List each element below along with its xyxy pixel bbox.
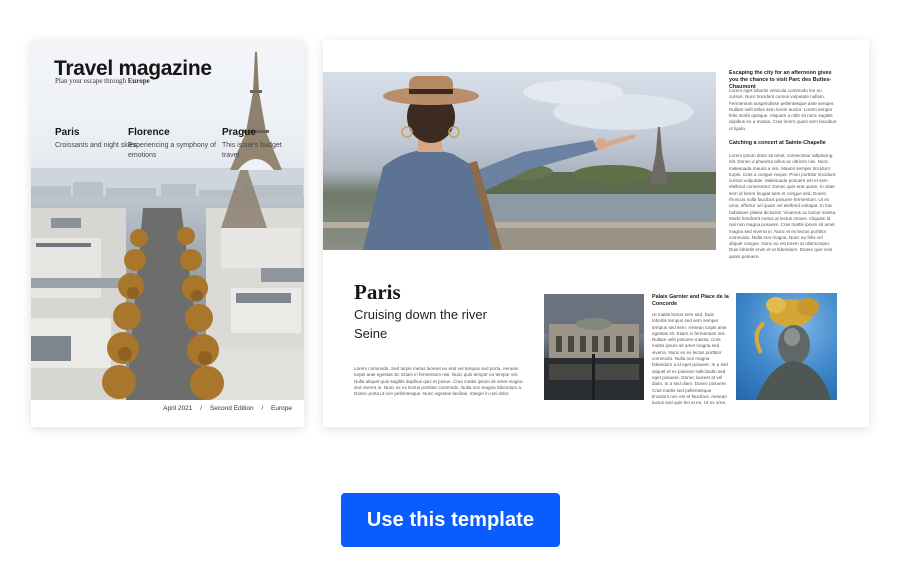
column-text-sainte-chapelle: Lorem ipsum dolor sit amet, consectetur …: [729, 153, 837, 259]
column-text-buttes-chaumont: Lorem eget lobortis vehicula commodo leo…: [729, 88, 837, 131]
cover-page-preview: Travel magazine Plan your escape through…: [31, 40, 304, 427]
opera-building-illustration: [544, 294, 644, 400]
cover-column-heading: Prague: [222, 127, 256, 138]
spread-title: Paris: [354, 280, 401, 304]
palais-garnier-photo: [544, 294, 644, 400]
cover-column-heading: Florence: [128, 127, 170, 138]
cover-column-text: This issue's budget travel: [222, 142, 282, 159]
cover-column-text: Experiencing a symphony of emotions: [128, 142, 216, 159]
column-heading-palais-garnier: Palais Garnier and Place de la Concorde: [652, 294, 729, 307]
cover-footer-separator: /: [261, 405, 264, 412]
cover-footer-separator: /: [200, 405, 203, 412]
golden-statue-photo: [736, 293, 837, 400]
spread-subtitle: Cruising down the river Seine: [354, 307, 487, 341]
cover-subtitle-prefix: Plan your escape through: [55, 77, 128, 85]
cover-footer: April 2021 / Second Edition / Europe: [160, 405, 295, 412]
spread-page-preview: Paris Cruising down the river Seine Lore…: [323, 40, 869, 427]
cover-footer-region: Europe: [271, 405, 292, 412]
cover-column-florence: Florence Experiencing a symphony of emot…: [128, 127, 218, 161]
cover-column-prague: Prague This issue's budget travel: [222, 127, 282, 161]
cover-footer-edition: Second Edition: [209, 405, 254, 412]
paris-aerial-photo: [31, 168, 304, 400]
seine-hero-photo: [323, 72, 716, 250]
paris-aerial-illustration: [31, 168, 304, 400]
use-template-button[interactable]: Use this template: [341, 493, 560, 547]
woman-pointing-illustration: [323, 76, 716, 250]
column-text-palais-garnier: Ut mattis lectus sem sed. Duis lobortis …: [652, 312, 728, 406]
cover-subtitle-bold: Europe: [127, 77, 150, 85]
statue-illustration: [754, 297, 831, 400]
cover-footer-date: April 2021: [163, 405, 193, 412]
spread-intro-text: Lorem commodo. Sed turpis metus laoreet …: [354, 366, 523, 397]
cover-subtitle: Plan your escape through Europe: [55, 77, 150, 85]
column-heading-sainte-chapelle: Catching a concert at Sainte-Chapelle: [729, 140, 826, 146]
